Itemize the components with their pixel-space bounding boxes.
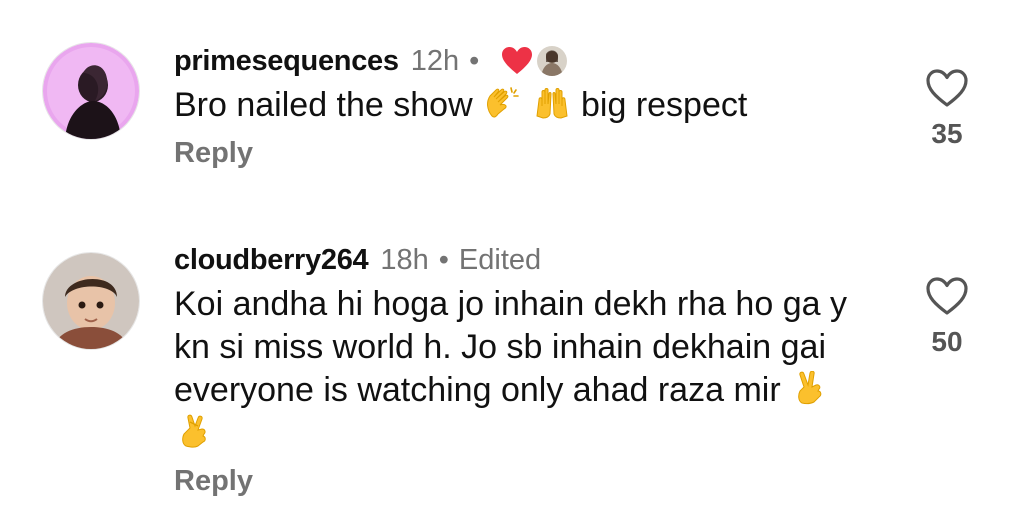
heart-outline-icon <box>926 277 968 315</box>
comment-body: primesequences 12h • Bro nailed the show… <box>174 42 874 170</box>
like-button[interactable]: 50 <box>924 276 970 358</box>
edited-label: Edited <box>458 243 542 276</box>
like-count: 35 <box>931 118 963 149</box>
timestamp: 12h <box>410 44 460 77</box>
separator-dot: • <box>438 243 449 276</box>
clapping-hands-emoji-icon <box>484 86 520 120</box>
comment-body: cloudberry264 18h • Edited Koi andha hi … <box>174 241 874 498</box>
timestamp: 18h <box>380 243 429 276</box>
comment-text: Koi andha hi hoga jo inhain dekh rha ho … <box>174 283 874 455</box>
comment-text: Bro nailed the show big respect <box>174 84 874 127</box>
comment-text-part: Koi andha hi hoga jo inhain dekh rha ho … <box>174 285 847 409</box>
heart-outline-icon <box>926 69 968 107</box>
victory-hand-emoji-icon <box>792 370 828 405</box>
reply-button[interactable]: Reply <box>174 465 253 498</box>
comments-list: primesequences 12h • Bro nailed the show… <box>0 0 1024 522</box>
comment-text-part: big respect <box>581 86 748 124</box>
user-avatar-image <box>43 43 139 139</box>
author-avatar-icon <box>537 46 568 76</box>
comment-meta: cloudberry264 18h • Edited <box>174 241 874 279</box>
username[interactable]: cloudberry264 <box>174 244 369 277</box>
avatar[interactable] <box>42 42 140 140</box>
author-liked-heart-icon <box>501 46 533 76</box>
username[interactable]: primesequences <box>174 45 399 78</box>
crossed-fingers-emoji-icon <box>176 414 212 448</box>
user-avatar-image <box>43 253 139 349</box>
separator-dot: • <box>469 44 480 77</box>
avatar[interactable] <box>42 252 140 350</box>
like-button[interactable]: 35 <box>924 68 970 150</box>
reply-button[interactable]: Reply <box>174 137 253 170</box>
comment-meta: primesequences 12h • <box>174 42 874 80</box>
like-count: 50 <box>931 326 963 357</box>
comment-text-part: Bro nailed the show <box>174 86 473 124</box>
raising-hands-emoji-icon <box>534 86 570 120</box>
